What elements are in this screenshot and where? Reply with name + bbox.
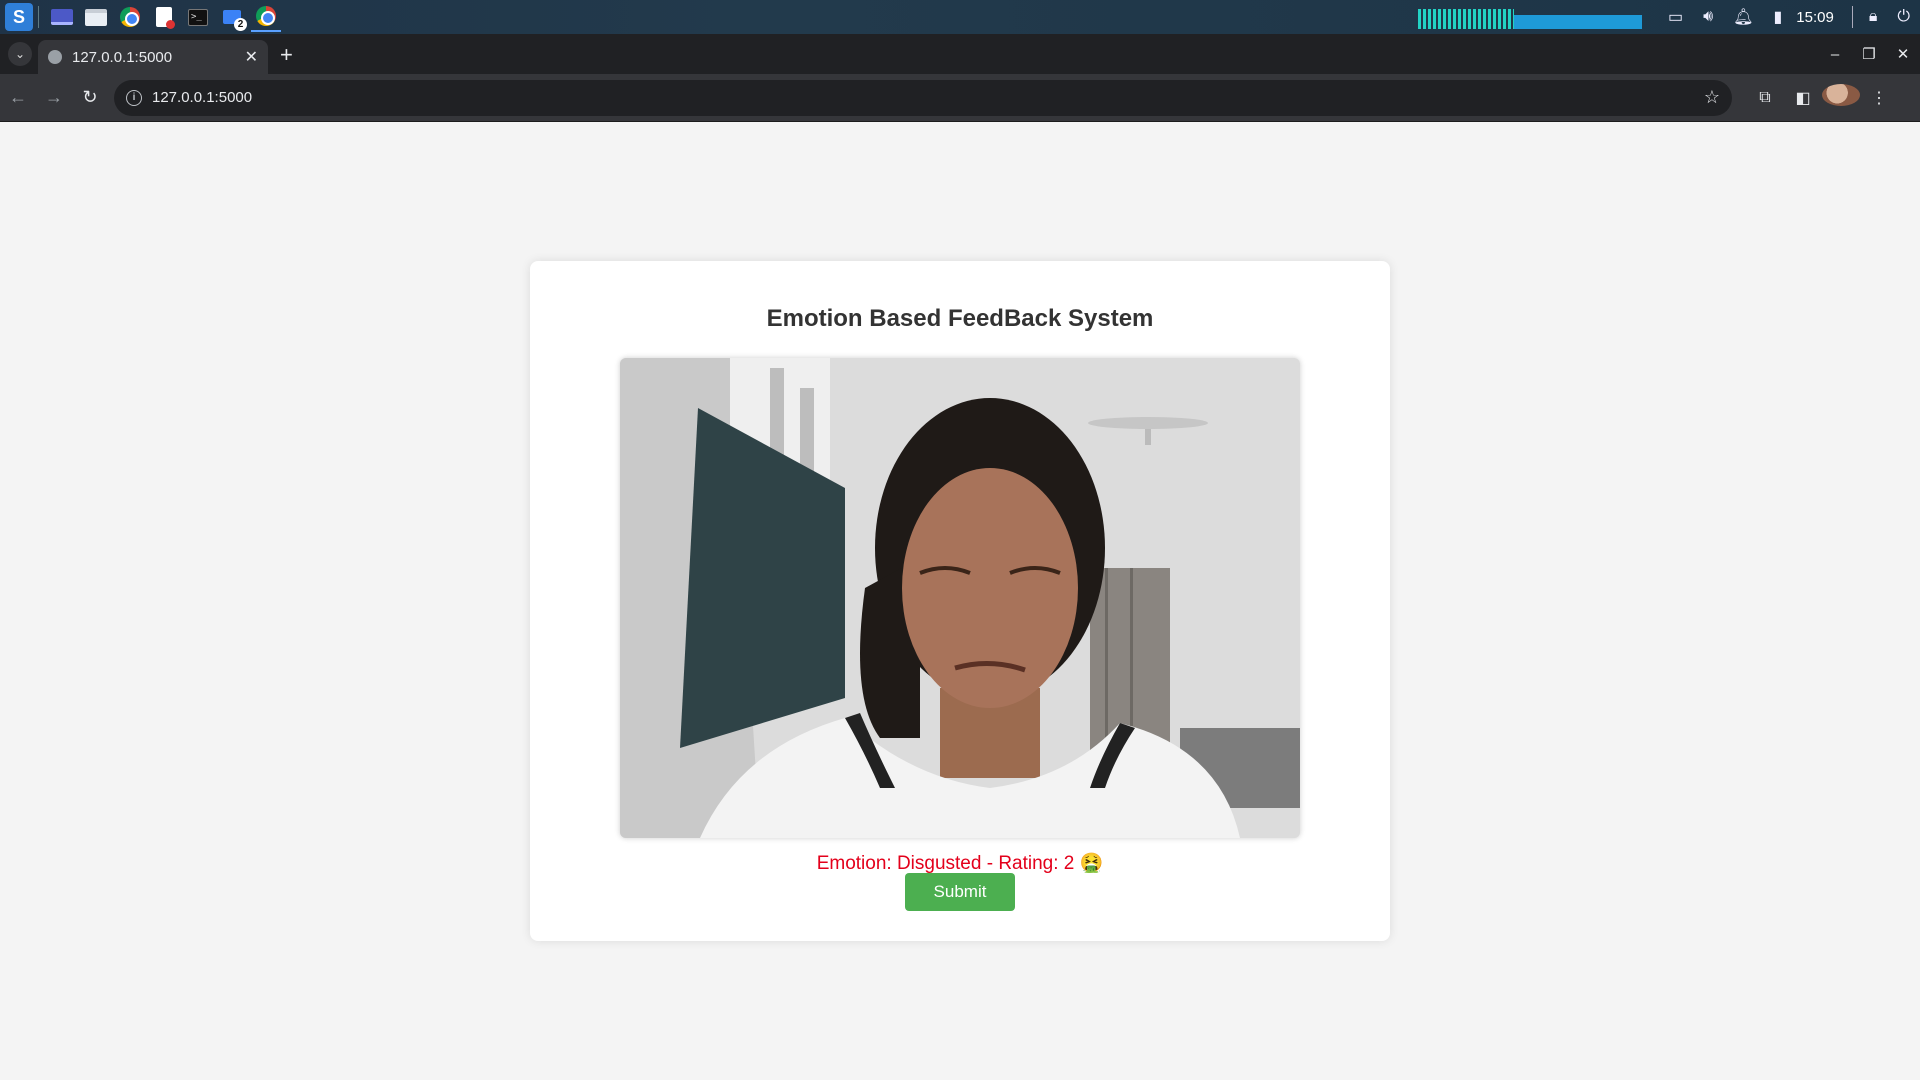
forward-arrow-icon[interactable]: → xyxy=(36,87,72,108)
tray-divider xyxy=(1851,6,1853,28)
site-info-icon[interactable]: i xyxy=(126,89,142,106)
avatar xyxy=(1822,84,1860,106)
browser-tab-strip: ⌄ 127.0.0.1:5000 ✕ + – ❐ ✕ xyxy=(0,34,1920,74)
lock-icon[interactable]: 🔒︎ xyxy=(1869,8,1878,26)
tab-active[interactable]: 127.0.0.1:5000 ✕ xyxy=(38,40,268,74)
cpu-graph xyxy=(1417,9,1514,29)
taskbar-files-button[interactable] xyxy=(81,2,111,32)
app-launcher-button[interactable]: S xyxy=(4,2,34,32)
file-manager-icon xyxy=(85,8,107,26)
screen-cast-icon[interactable]: ▭ xyxy=(1668,7,1683,27)
webcam-feed xyxy=(620,358,1300,838)
webcam-frame xyxy=(620,358,1300,838)
taskbar-terminal-button[interactable]: >_ xyxy=(183,2,213,32)
chrome-icon xyxy=(256,6,276,26)
os-taskbar: S >_ 2 ▭ 🔊︎ 🔔︎ ▮ 15:09 🔒︎ ⏻ xyxy=(0,0,1920,34)
address-bar-url[interactable]: 127.0.0.1:5000 xyxy=(152,89,1704,106)
system-monitor-graph[interactable] xyxy=(1417,5,1642,29)
bookmark-star-icon[interactable]: ☆ xyxy=(1704,87,1720,108)
window-count-badge: 2 xyxy=(234,18,247,31)
taskbar-chrome-button[interactable] xyxy=(115,2,145,32)
new-tab-button[interactable]: + xyxy=(280,42,293,68)
clock[interactable]: 15:09 xyxy=(1796,9,1834,26)
taskbar-document-viewer-button[interactable] xyxy=(149,2,179,32)
page-viewport: Emotion Based FeedBack System Emotion: D… xyxy=(0,122,1920,1080)
taskbar-desktop-button[interactable] xyxy=(47,2,77,32)
power-icon[interactable]: ⏻ xyxy=(1897,8,1910,26)
extensions-icon[interactable]: ⧉ xyxy=(1746,89,1784,107)
minimize-button[interactable]: – xyxy=(1818,46,1852,63)
emotion-result-text: Emotion: Disgusted - Rating: 2 🤮 xyxy=(816,853,1104,874)
volume-icon[interactable]: 🔊︎ xyxy=(1703,8,1713,26)
chevron-down-icon: ⌄ xyxy=(14,47,26,61)
page-title: Emotion Based FeedBack System xyxy=(766,305,1154,332)
profile-button[interactable] xyxy=(1822,84,1860,111)
restore-button[interactable]: ❐ xyxy=(1852,45,1886,63)
close-window-button[interactable]: ✕ xyxy=(1886,45,1920,63)
launcher-icon: S xyxy=(5,3,33,31)
document-icon xyxy=(156,7,175,29)
network-graph xyxy=(1513,15,1642,29)
system-tray: ▭ 🔊︎ 🔔︎ ▮ 15:09 🔒︎ ⏻ xyxy=(1417,0,1920,34)
menu-kebab-icon[interactable]: ⋮ xyxy=(1860,88,1898,108)
submit-button[interactable]: Submit xyxy=(905,873,1015,911)
back-arrow-icon[interactable]: ← xyxy=(0,87,36,108)
tab-search-button[interactable]: ⌄ xyxy=(8,42,32,66)
taskbar-chrome-active-button[interactable] xyxy=(251,2,281,32)
notification-bell-icon[interactable]: 🔔︎ xyxy=(1733,7,1753,27)
desktop-icon xyxy=(51,9,73,25)
address-bar[interactable]: i 127.0.0.1:5000 ☆ xyxy=(114,79,1732,116)
side-panel-icon[interactable]: ◧ xyxy=(1784,88,1822,108)
battery-icon[interactable]: ▮ xyxy=(1773,7,1782,27)
taskbar-folder-group-button[interactable]: 2 xyxy=(217,2,247,32)
taskbar-divider xyxy=(38,6,39,28)
reload-icon[interactable]: ↻ xyxy=(72,87,108,108)
chrome-icon xyxy=(120,7,140,27)
globe-icon xyxy=(48,50,62,64)
browser-toolbar: ← → ↻ i 127.0.0.1:5000 ☆ ⧉ ◧ ⋮ xyxy=(0,74,1920,122)
tab-title: 127.0.0.1:5000 xyxy=(72,48,173,66)
toolbar-actions: ⧉ ◧ ⋮ xyxy=(1746,84,1898,111)
feedback-card: Emotion Based FeedBack System Emotion: D… xyxy=(530,261,1390,941)
close-tab-button[interactable]: ✕ xyxy=(245,47,258,67)
terminal-icon: >_ xyxy=(188,8,208,26)
window-controls: – ❐ ✕ xyxy=(1818,34,1920,74)
